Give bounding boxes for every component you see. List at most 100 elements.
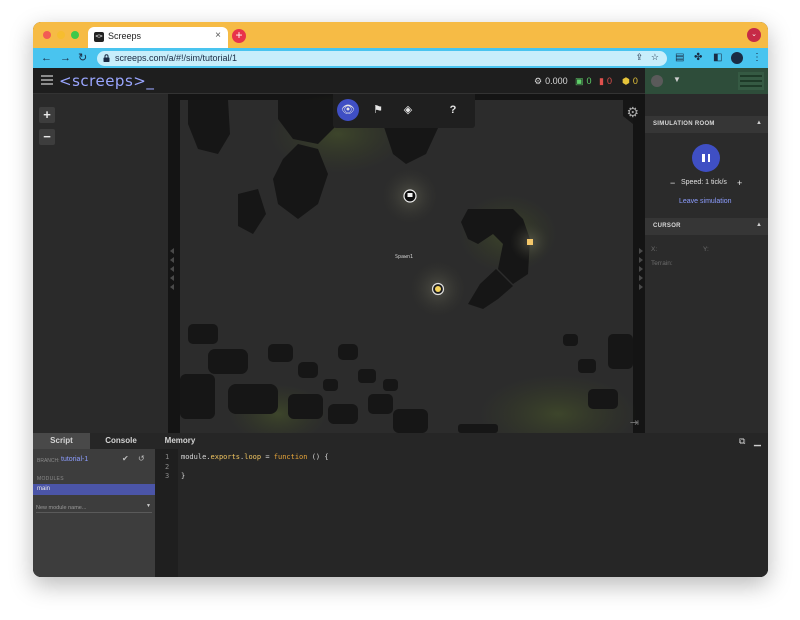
- new-module-field[interactable]: ▼: [36, 503, 152, 513]
- reload-button[interactable]: ↻: [78, 51, 87, 65]
- user-menu[interactable]: ▼: [645, 68, 768, 94]
- cpu-icon: ⚙: [534, 76, 543, 86]
- profile-avatar-icon[interactable]: [731, 52, 743, 64]
- pause-button[interactable]: [692, 144, 720, 172]
- minimize-window-button[interactable]: [57, 31, 65, 39]
- gcl-stat[interactable]: ▣ 0: [575, 76, 592, 87]
- cursor-x-label: X:: [651, 246, 658, 253]
- share-icon[interactable]: ⇪: [635, 52, 643, 63]
- branch-selector[interactable]: tutorial-1: [61, 456, 88, 463]
- simulation-room-header[interactable]: SIMULATION ROOM ▲: [645, 116, 768, 133]
- bottom-panel: Script Console Memory ⧉ ▁ BRANCH: tutori…: [33, 433, 768, 577]
- line-gutter: 123: [155, 449, 178, 577]
- construct-cube-icon[interactable]: ◈: [397, 99, 419, 121]
- screeps-favicon-icon: <>: [94, 32, 104, 42]
- forward-button[interactable]: →: [60, 51, 71, 65]
- user-avatar[interactable]: [651, 75, 663, 87]
- app-header: <screeps>_ ⚙ 0.000 ▣ 0 ▮ 0 ⬢ 0: [33, 68, 645, 94]
- user-dropdown-caret-icon[interactable]: ▼: [673, 75, 681, 84]
- rooms-stat[interactable]: ▮ 0: [599, 76, 612, 87]
- code-line[interactable]: }: [181, 472, 185, 480]
- code-token: exports: [210, 453, 241, 461]
- close-window-button[interactable]: [43, 31, 51, 39]
- commit-check-icon[interactable]: ✔: [122, 454, 129, 463]
- view-eye-icon[interactable]: 👁: [337, 99, 359, 121]
- extension-icon[interactable]: ▤: [675, 51, 684, 65]
- right-panel: SIMULATION ROOM ▲ − Speed: 1 tick/s + Le…: [645, 94, 768, 433]
- code-editor[interactable]: 123 module.exports.loop = function () {}: [155, 449, 768, 577]
- energy-icon: ⬢: [622, 76, 630, 86]
- bottom-tabs: Script Console Memory ⧉ ▁: [33, 433, 768, 449]
- minimize-panel-icon[interactable]: ▁: [754, 436, 761, 447]
- energy-stat[interactable]: ⬢ 0: [622, 76, 638, 87]
- modules-label: MODULES: [37, 476, 64, 482]
- simulation-room-title: SIMULATION ROOM: [653, 121, 715, 127]
- line-number: 2: [165, 462, 170, 471]
- cursor-title: CURSOR: [653, 223, 681, 229]
- speed-control: − Speed: 1 tick/s +: [645, 178, 768, 190]
- exit-icon[interactable]: ⇥: [630, 416, 639, 429]
- gcl-icon: ▣: [575, 76, 584, 86]
- zoom-in-button[interactable]: +: [39, 107, 55, 123]
- code-token: }: [181, 472, 186, 480]
- collapse-caret-icon[interactable]: ▲: [756, 222, 762, 228]
- module-name: main: [37, 486, 51, 492]
- code-line[interactable]: module.exports.loop = function () {: [181, 453, 329, 461]
- tab-script[interactable]: Script: [33, 433, 90, 449]
- tab-search-button[interactable]: ⌄: [747, 28, 761, 42]
- code-token: () {: [307, 453, 329, 461]
- new-module-input[interactable]: [36, 503, 144, 512]
- branch-label: BRANCH:: [37, 458, 60, 464]
- cursor-header[interactable]: CURSOR ▲: [645, 218, 768, 235]
- line-number: 3: [165, 472, 170, 480]
- side-panel-icon[interactable]: ◧: [713, 51, 722, 65]
- help-icon[interactable]: ?: [442, 99, 464, 121]
- cursor-terrain-label: Terrain:: [651, 260, 673, 267]
- new-tab-button[interactable]: +: [232, 29, 246, 43]
- revert-icon[interactable]: ↺: [138, 454, 145, 463]
- left-panel: + −: [33, 94, 168, 433]
- url-text: screeps.com/a/#!/sim/tutorial/1: [115, 53, 238, 63]
- speed-increase-button[interactable]: +: [737, 178, 742, 188]
- module-item-main[interactable]: main: [33, 484, 155, 495]
- dropdown-caret-icon[interactable]: ▼: [146, 503, 151, 509]
- browser-tab-bar: <> Screeps × + ⌄: [33, 22, 768, 48]
- kebab-menu-icon[interactable]: ⋮: [752, 51, 762, 65]
- user-badge: [738, 72, 764, 90]
- room-map[interactable]: Spawn1 👁 ⚑ ◈ ? ⚙ ⇥: [168, 94, 645, 433]
- expand-panel-icon[interactable]: ⧉: [739, 436, 745, 447]
- tab-console[interactable]: Console: [90, 433, 152, 449]
- terrain-layer: [168, 94, 645, 433]
- script-sidebar: BRANCH: tutorial-1 ✔ ↺ MODULES main ▼: [33, 449, 155, 577]
- energy-value: 0: [632, 76, 638, 86]
- speed-decrease-button[interactable]: −: [670, 178, 675, 188]
- rooms-icon: ▮: [599, 76, 604, 86]
- browser-tab[interactable]: <> Screeps ×: [88, 27, 228, 48]
- gcl-value: 0: [586, 76, 592, 86]
- bookmark-star-icon[interactable]: ☆: [651, 52, 659, 63]
- cursor-y-label: Y:: [703, 246, 709, 253]
- puzzle-extensions-icon[interactable]: ✤: [694, 51, 702, 65]
- tab-title: Screeps: [108, 31, 142, 41]
- hamburger-menu-icon[interactable]: [41, 75, 53, 85]
- address-bar[interactable]: screeps.com/a/#!/sim/tutorial/1 ⇪ ☆: [97, 51, 667, 66]
- code-token: module.: [181, 453, 211, 461]
- lock-icon: [103, 54, 110, 62]
- tab-memory[interactable]: Memory: [152, 433, 208, 449]
- energy-source-icon: [527, 239, 533, 245]
- cpu-value: 0.000: [545, 76, 568, 86]
- flag-icon[interactable]: ⚑: [367, 99, 389, 121]
- tab-close-icon[interactable]: ×: [215, 30, 221, 41]
- pause-icon: [702, 154, 705, 162]
- settings-gear-icon[interactable]: ⚙: [626, 104, 639, 121]
- leave-simulation-link[interactable]: Leave simulation: [679, 198, 732, 205]
- maximize-window-button[interactable]: [71, 31, 79, 39]
- zoom-out-button[interactable]: −: [39, 129, 55, 145]
- cpu-stat[interactable]: ⚙ 0.000: [534, 76, 568, 87]
- screeps-logo[interactable]: <screeps>_: [59, 72, 154, 90]
- browser-window: <> Screeps × + ⌄ ← → ↻ screeps.com/a/#!/…: [33, 22, 768, 577]
- code-token: loop: [244, 453, 262, 461]
- collapse-caret-icon[interactable]: ▲: [756, 120, 762, 126]
- map-toolbar: 👁 ⚑ ◈ ?: [333, 94, 475, 128]
- back-button[interactable]: ←: [41, 51, 52, 65]
